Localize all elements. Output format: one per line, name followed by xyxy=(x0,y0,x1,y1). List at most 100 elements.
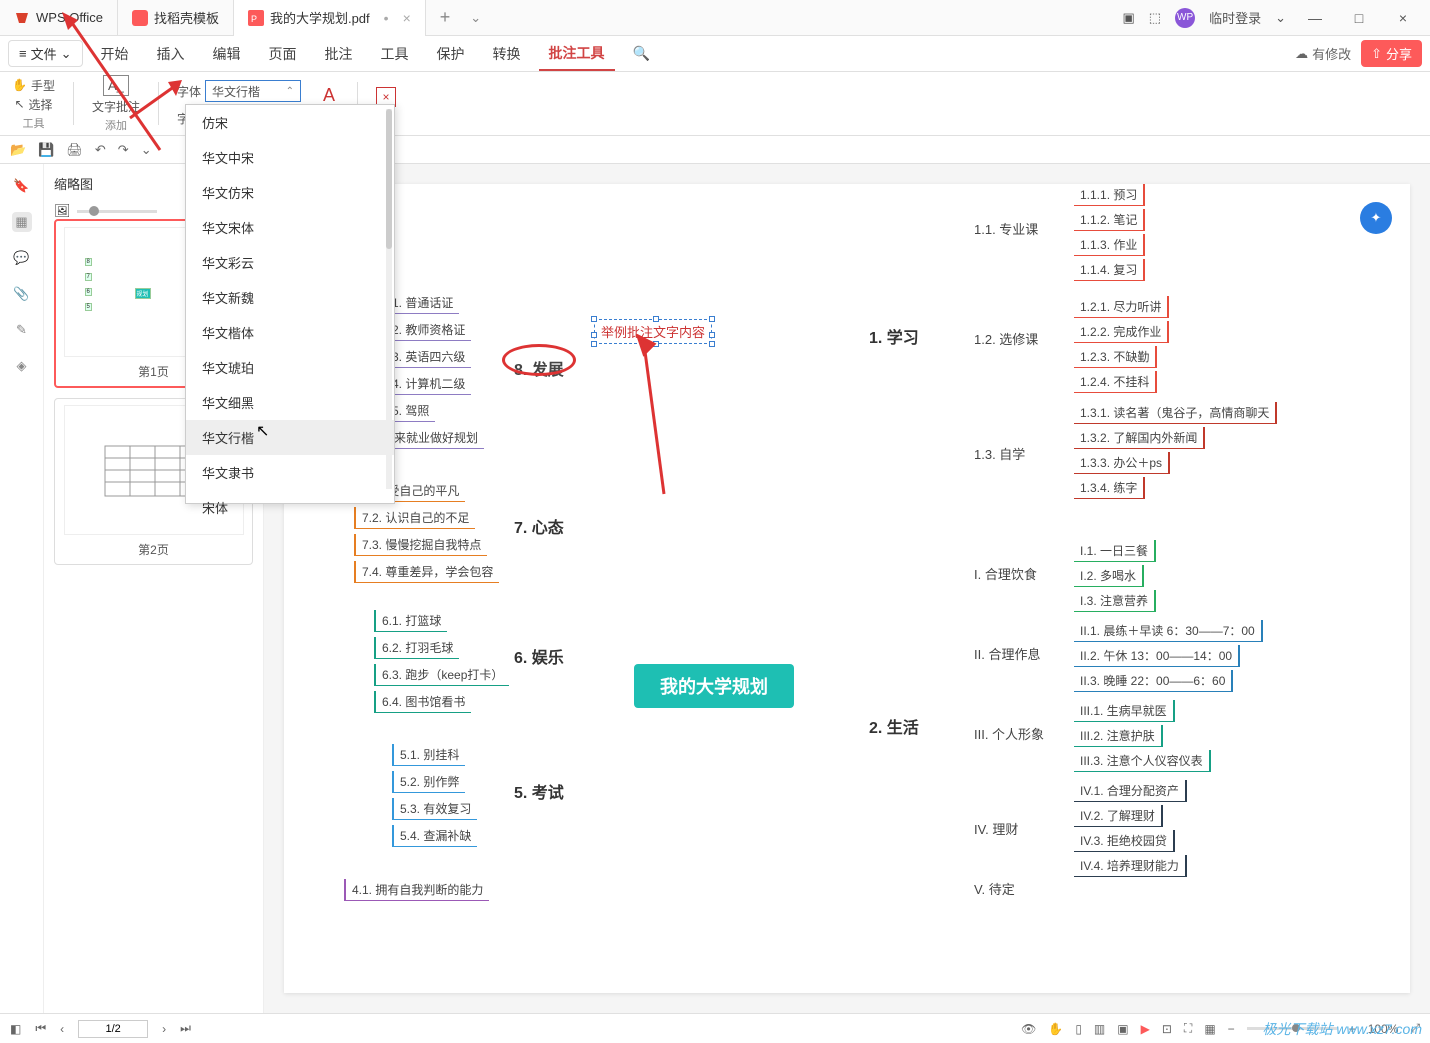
leaf: 1.2.4. 不挂科 xyxy=(1074,371,1157,393)
login-label[interactable]: 临时登录 xyxy=(1209,8,1261,27)
leaf: I.1. 一日三餐 xyxy=(1074,540,1156,562)
menu-edit[interactable]: 编辑 xyxy=(203,38,251,70)
font-option[interactable]: 华文楷体 xyxy=(186,315,394,350)
sidebar-toggle-icon[interactable]: ◧ xyxy=(10,1022,21,1036)
font-option[interactable]: 华文宋体 xyxy=(186,210,394,245)
svg-text:P: P xyxy=(251,14,257,24)
font-option[interactable]: 仿宋 xyxy=(186,105,394,140)
font-option[interactable]: 宋体 xyxy=(186,490,394,525)
leaf: IV.4. 培养理财能力 xyxy=(1074,855,1187,877)
close-button[interactable]: × xyxy=(1388,10,1418,26)
font-option[interactable]: 华文中宋 xyxy=(186,140,394,175)
pdf-icon: P xyxy=(248,10,264,26)
font-option[interactable]: 华文细黑 xyxy=(186,385,394,420)
menu-search[interactable]: 🔍 xyxy=(623,39,660,68)
font-option[interactable]: 华文仿宋 xyxy=(186,175,394,210)
maximize-button[interactable]: □ xyxy=(1344,10,1374,26)
window-controls: ▣ ⬚ WP 临时登录 ⌄ — □ × xyxy=(1122,8,1430,28)
leaf: 6.1. 打篮球 xyxy=(374,610,447,632)
select-label[interactable]: 选择 xyxy=(29,96,53,113)
view-mode-icon[interactable]: 👁 xyxy=(1021,1022,1036,1036)
menubar: ≡ 文件 ⌄ 开始 插入 编辑 页面 批注 工具 保护 转换 批注工具 🔍 ☁有… xyxy=(0,36,1430,72)
next-page-icon[interactable]: › xyxy=(162,1022,166,1036)
two-page-icon[interactable]: ▣ xyxy=(1117,1022,1128,1036)
minimize-button[interactable]: — xyxy=(1300,10,1330,26)
share-icon: ⇧ xyxy=(1371,46,1382,62)
slideshow-icon[interactable]: ▶ xyxy=(1141,1022,1150,1036)
leaf: III.2. 注意护肤 xyxy=(1074,725,1163,747)
hand-label[interactable]: 手型 xyxy=(31,77,55,94)
fit-width-icon[interactable]: ⊡ xyxy=(1162,1022,1172,1036)
comments-icon[interactable]: 💬 xyxy=(12,248,32,268)
font-family-combo[interactable]: 华文行楷 ⌃ xyxy=(205,80,301,102)
leaf: 1.2.1. 尽力听讲 xyxy=(1074,296,1169,318)
assist-button[interactable]: ✦ xyxy=(1360,202,1392,234)
topic-7: 7. 心态 xyxy=(514,514,564,538)
leaf: III.1. 生病早就医 xyxy=(1074,700,1175,722)
close-icon[interactable]: × xyxy=(403,10,411,26)
font-option[interactable]: 华文新魏 xyxy=(186,280,394,315)
document-canvas[interactable]: ✦ 我的大学规划 8. 发展 7. 心态 6. 娱乐 5. 考试 8.1. 普通… xyxy=(264,164,1430,1013)
leaf: II.2. 午休 13：00——14：00 xyxy=(1074,645,1240,667)
sub-label: 1.2. 选修课 xyxy=(974,329,1038,348)
leaf: II.1. 晨练＋早读 6：30——7：00 xyxy=(1074,620,1263,642)
topic-1: 1. 学习 xyxy=(869,324,919,348)
thumbnails-icon[interactable]: ▦ xyxy=(12,212,32,232)
layout-icon[interactable]: ▦ xyxy=(1204,1022,1215,1036)
layers-icon[interactable]: ◈ xyxy=(12,356,32,376)
bookmark-icon[interactable]: 🔖 xyxy=(12,176,32,196)
image-icon: 🖼 xyxy=(54,203,71,219)
leaf: 6.3. 跑步（keep打卡） xyxy=(374,664,509,686)
cube-icon[interactable]: ⬚ xyxy=(1149,10,1161,26)
chevron-down-icon: ⌃ xyxy=(286,86,294,97)
sub-label: V. 待定 xyxy=(974,879,1015,898)
arrow-annotation xyxy=(120,78,190,128)
first-page-icon[interactable]: ⏮ xyxy=(35,1021,46,1036)
fit-page-icon[interactable]: ⛶ xyxy=(1184,1021,1192,1036)
attachment-icon[interactable]: 📎 xyxy=(12,284,32,304)
hand-icon: ✋ xyxy=(12,78,27,92)
tab-menu-chevron[interactable]: ⌄ xyxy=(470,10,481,26)
leaf: IV.1. 合理分配资产 xyxy=(1074,780,1187,802)
layout-icon[interactable]: ▣ xyxy=(1122,10,1134,26)
font-dropdown[interactable]: 仿宋华文中宋华文仿宋华文宋体华文彩云华文新魏华文楷体华文琥珀华文细黑华文行楷华文… xyxy=(185,104,395,504)
zoom-out-icon[interactable]: − xyxy=(1228,1022,1235,1036)
chevron-down-icon[interactable]: ⌄ xyxy=(1275,10,1286,26)
sub-label: IV. 理财 xyxy=(974,819,1018,838)
menu-page[interactable]: 页面 xyxy=(259,38,307,70)
tab-document[interactable]: P 我的大学规划.pdf • × xyxy=(234,0,426,36)
menu-protect[interactable]: 保护 xyxy=(427,38,475,70)
last-page-icon[interactable]: ⏭ xyxy=(180,1021,191,1036)
save-icon[interactable]: 💾 xyxy=(38,142,54,158)
new-tab-button[interactable]: + xyxy=(426,7,465,28)
tool-group-tools: ✋手型 ↖选择 工具 xyxy=(12,76,55,131)
tab-label: 我的大学规划.pdf xyxy=(270,8,370,27)
thumb-title: 缩略图 xyxy=(54,174,93,193)
scrollbar[interactable] xyxy=(386,109,392,489)
menu-annotation-tools[interactable]: 批注工具 xyxy=(539,37,615,71)
menu-comment[interactable]: 批注 xyxy=(315,38,363,70)
open-icon[interactable]: 📂 xyxy=(10,142,26,158)
leaf: I.3. 注意营养 xyxy=(1074,590,1156,612)
topic-2: 2. 生活 xyxy=(869,714,919,738)
sync-status[interactable]: ☁有修改 xyxy=(1295,44,1351,63)
font-option[interactable]: 华文彩云 xyxy=(186,245,394,280)
font-option[interactable]: 华文琥珀 xyxy=(186,350,394,385)
hand-drag-icon[interactable]: ✋ xyxy=(1048,1022,1063,1036)
menu-tools[interactable]: 工具 xyxy=(371,38,419,70)
font-option[interactable]: 华文行楷 xyxy=(186,420,394,455)
avatar[interactable]: WP xyxy=(1175,8,1195,28)
mouse-cursor: ↖ xyxy=(256,421,269,441)
sign-icon[interactable]: ✎ xyxy=(12,320,32,340)
prev-page-icon[interactable]: ‹ xyxy=(60,1022,64,1036)
menu-convert[interactable]: 转换 xyxy=(483,38,531,70)
single-page-icon[interactable]: ▯ xyxy=(1075,1022,1082,1036)
continuous-icon[interactable]: ▥ xyxy=(1094,1022,1105,1036)
font-option[interactable]: 华文隶书 xyxy=(186,455,394,490)
topic-6: 6. 娱乐 xyxy=(514,644,564,668)
page-input[interactable] xyxy=(78,1020,148,1038)
share-button[interactable]: ⇧分享 xyxy=(1361,40,1422,67)
leaf: I.2. 多喝水 xyxy=(1074,565,1144,587)
sub-label: 1.1. 专业课 xyxy=(974,219,1038,238)
thumb-label: 第2页 xyxy=(138,541,169,558)
